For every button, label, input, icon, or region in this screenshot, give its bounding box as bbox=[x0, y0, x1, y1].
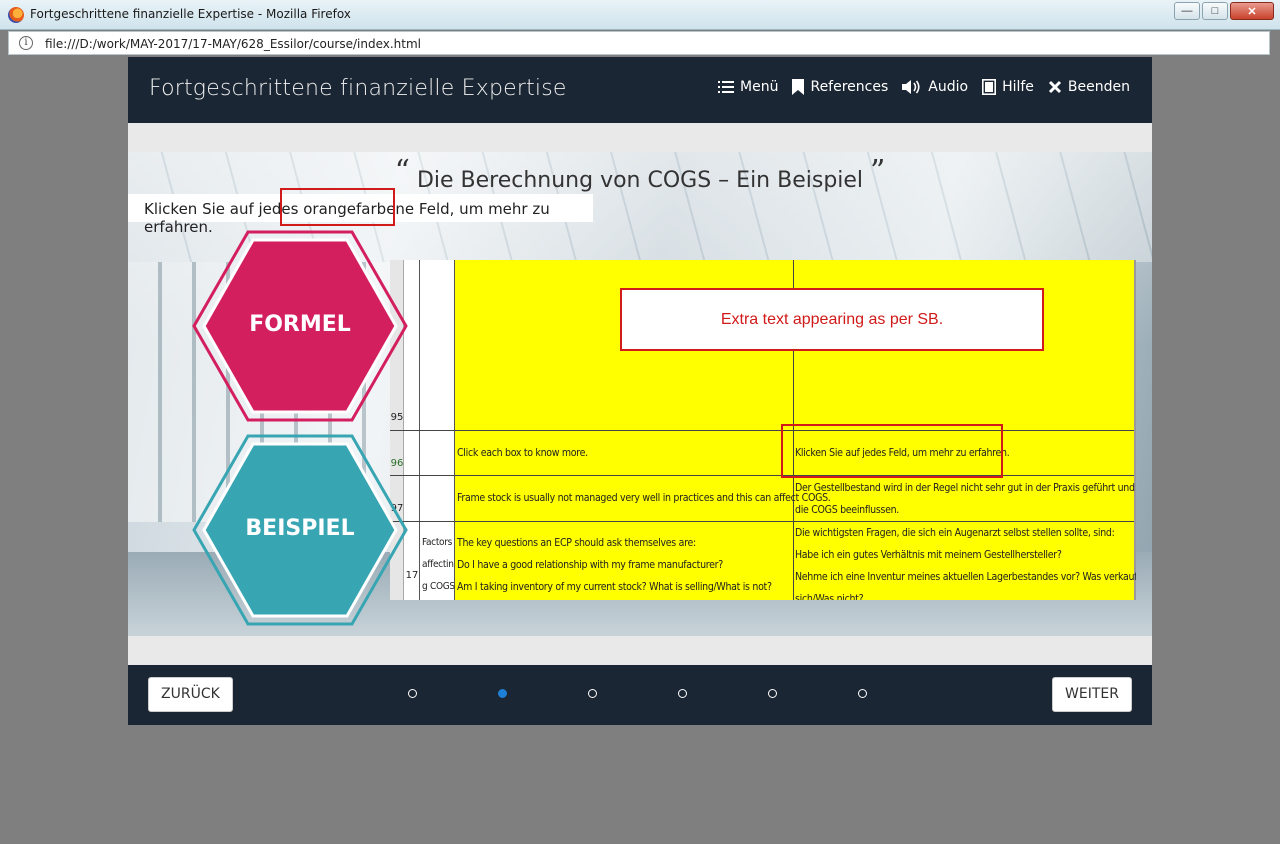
back-button[interactable]: ZURÜCK bbox=[148, 677, 233, 712]
review-highlight-cell-96 bbox=[781, 424, 1003, 478]
close-window-button[interactable]: ✕ bbox=[1230, 2, 1274, 20]
course-footer: ZURÜCK WEITER bbox=[128, 665, 1152, 725]
references-label: References bbox=[810, 79, 889, 95]
window-controls: — □ ✕ bbox=[1174, 2, 1274, 20]
slide-stage: “ Die Berechnung von COGS – Ein Beispiel… bbox=[128, 152, 1152, 636]
exit-button[interactable]: Beenden bbox=[1048, 79, 1130, 95]
factors-line-1: Factors bbox=[422, 537, 453, 548]
speaker-icon bbox=[902, 80, 920, 94]
spreadsheet-snapshot: 95 96 97 17 Factors affectin g COGS Extr… bbox=[390, 260, 1136, 600]
page-dot-1[interactable] bbox=[408, 689, 417, 698]
address-bar[interactable]: i file:///D:/work/MAY-2017/17-MAY/628_Es… bbox=[8, 31, 1270, 55]
exit-label: Beenden bbox=[1067, 79, 1130, 95]
next-button[interactable]: WEITER bbox=[1052, 677, 1132, 712]
minimize-icon: — bbox=[1181, 5, 1193, 17]
slide-title-text: Die Berechnung von COGS – Ein Beispiel bbox=[416, 168, 864, 193]
review-highlight-orangefarbene bbox=[280, 188, 395, 226]
maximize-button[interactable]: □ bbox=[1202, 2, 1228, 20]
cell-97-en: Frame stock is usually not managed very … bbox=[457, 492, 831, 504]
references-button[interactable]: References bbox=[792, 79, 888, 95]
cell-17-de-4: sich/Was nicht? bbox=[795, 593, 864, 600]
close-icon: ✕ bbox=[1247, 5, 1257, 18]
close-x-icon bbox=[1048, 80, 1061, 94]
header-nav: Menü References Audio Hilfe Beenden bbox=[718, 79, 1130, 95]
beispiel-hexagon-button[interactable]: BEISPIEL bbox=[190, 434, 410, 626]
quote-open: “ bbox=[394, 154, 410, 189]
beispiel-label: BEISPIEL bbox=[245, 516, 355, 541]
page-dot-3[interactable] bbox=[588, 689, 597, 698]
page-dot-4[interactable] bbox=[678, 689, 687, 698]
cell-17-de-1: Die wichtigsten Fragen, die sich ein Aug… bbox=[795, 527, 1115, 539]
info-icon[interactable]: i bbox=[19, 36, 33, 50]
cell-17-de-2: Habe ich ein gutes Verhältnis mit meinem… bbox=[795, 549, 1062, 561]
factors-line-3: g COGS bbox=[422, 581, 455, 592]
bottom-band bbox=[128, 636, 1152, 665]
list-icon bbox=[718, 81, 735, 93]
page-dots bbox=[408, 689, 867, 698]
factors-line-2: affectin bbox=[422, 559, 454, 570]
cell-97-de-2: die COGS beeinflussen. bbox=[795, 504, 900, 516]
audio-label: Audio bbox=[928, 79, 969, 95]
window-titlebar: Fortgeschrittene finanzielle Expertise -… bbox=[0, 0, 1280, 30]
menu-label: Menü bbox=[740, 79, 779, 95]
audio-button[interactable]: Audio bbox=[902, 79, 968, 95]
sheet-divider-96 bbox=[390, 475, 1136, 476]
page-dot-2[interactable] bbox=[498, 689, 507, 698]
minimize-button[interactable]: — bbox=[1174, 2, 1200, 20]
course-title: Fortgeschrittene finanzielle Expertise bbox=[149, 76, 567, 101]
course-header: Fortgeschrittene finanzielle Expertise M… bbox=[128, 57, 1152, 123]
url-text: file:///D:/work/MAY-2017/17-MAY/628_Essi… bbox=[45, 37, 422, 51]
cell-97-de-1: Der Gestellbestand wird in der Regel nic… bbox=[795, 482, 1136, 494]
top-band bbox=[128, 123, 1152, 152]
window-title: Fortgeschrittene finanzielle Expertise -… bbox=[30, 7, 351, 21]
help-book-icon bbox=[982, 79, 997, 95]
cell-17-en-3: Am I taking inventory of my current stoc… bbox=[457, 581, 772, 593]
cell-17-de-3: Nehme ich eine Inventur meines aktuellen… bbox=[795, 571, 1136, 583]
firefox-icon bbox=[8, 7, 24, 23]
menu-button[interactable]: Menü bbox=[718, 79, 778, 95]
formel-hexagon-button[interactable]: FORMEL bbox=[190, 230, 410, 422]
page-dot-6[interactable] bbox=[858, 689, 867, 698]
course-player: Fortgeschrittene finanzielle Expertise M… bbox=[128, 57, 1152, 725]
bookmark-icon bbox=[792, 79, 805, 95]
help-label: Hilfe bbox=[1002, 79, 1034, 95]
cell-17-en-2: Do I have a good relationship with my fr… bbox=[457, 559, 723, 571]
page-dot-5[interactable] bbox=[768, 689, 777, 698]
formel-label: FORMEL bbox=[249, 312, 351, 337]
extra-text-note: Extra text appearing as per SB. bbox=[620, 288, 1044, 351]
cell-17-en-1: The key questions an ECP should ask them… bbox=[457, 537, 696, 549]
cell-96-en: Click each box to know more. bbox=[457, 447, 588, 459]
help-button[interactable]: Hilfe bbox=[982, 79, 1034, 95]
quote-close: ” bbox=[870, 154, 886, 189]
maximize-icon: □ bbox=[1211, 5, 1219, 17]
sheet-divider-95 bbox=[390, 430, 1136, 431]
sheet-right-edge bbox=[1134, 260, 1136, 600]
